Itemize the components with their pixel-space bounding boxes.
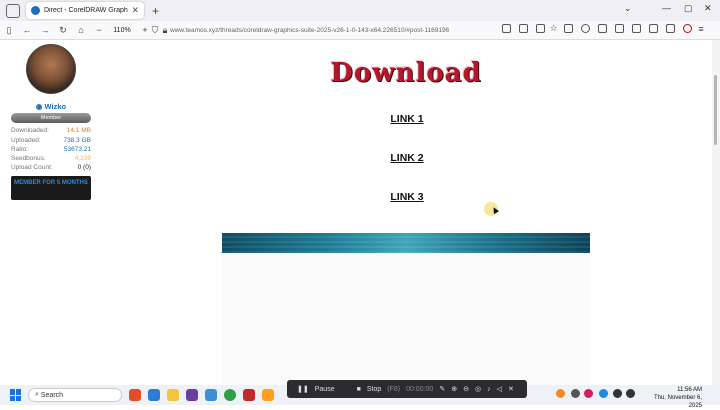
speaker-icon[interactable]: ◁	[497, 385, 502, 393]
extensions-puzzle-icon[interactable]	[598, 24, 607, 33]
list-all-tabs-icon[interactable]: ⌄	[624, 3, 632, 14]
site-favicon-icon	[31, 6, 40, 15]
stop-icon[interactable]: ■	[357, 386, 361, 393]
maximize-button[interactable]: ▢	[684, 3, 693, 14]
windows-start-icon[interactable]	[10, 389, 22, 401]
tab-close-icon[interactable]: ✕	[131, 5, 139, 16]
username[interactable]: ◉ Wizko	[6, 102, 96, 111]
home-icon[interactable]: ⌂	[72, 25, 90, 35]
member-duration-badge: MEMBER FOR 5 MONTHS	[11, 176, 91, 200]
stat-ratio: Ratio: 53673.21	[11, 146, 91, 153]
verified-icon: ◉	[35, 102, 45, 111]
tray-app-icon[interactable]	[556, 389, 565, 398]
file-explorer-icon[interactable]	[167, 389, 179, 401]
tab-list-icon[interactable]	[6, 3, 20, 18]
pen-icon[interactable]: ✎	[439, 385, 445, 393]
page-content: ◉ Wizko Member Downloaded: 14.1 MB Upload…	[0, 40, 712, 385]
app-icon-2[interactable]	[262, 389, 274, 401]
stop-button[interactable]: Stop	[367, 386, 381, 393]
lock-icon[interactable]: 🔒︎	[156, 25, 174, 36]
role-badge: Member	[11, 113, 91, 123]
new-tab-button[interactable]: +	[152, 4, 159, 18]
password-manager-icon[interactable]	[632, 24, 641, 33]
tray-pen-icon[interactable]	[584, 389, 593, 398]
recording-timer: 00:00:00	[406, 385, 434, 393]
zoom-out-icon[interactable]: ⊖	[463, 385, 469, 393]
wifi-icon[interactable]	[613, 389, 622, 398]
translate-icon[interactable]	[536, 24, 545, 33]
avatar[interactable]	[26, 44, 76, 94]
navigation-bar: ▯ ← → ↻ ⌂ − 110% + ⛉ 🔒︎ www.teamos.xyz/t…	[0, 21, 720, 40]
edge-icon[interactable]	[148, 389, 160, 401]
taskbar-clock[interactable]: 11:56 AM Thu, November 6, 2025	[640, 386, 702, 410]
post-body	[222, 253, 590, 385]
url-text: www.teamos.xyz/threads/coreldraw-graphic…	[170, 27, 450, 34]
zoom-level[interactable]: 110%	[108, 27, 136, 34]
url-bar[interactable]: ⛉ 🔒︎ www.teamos.xyz/threads/coreldraw-gr…	[146, 23, 556, 38]
forward-button[interactable]: →	[36, 25, 54, 35]
screen-recorder-bar: ❚❚ Pause ■ Stop (F8) 00:00:00 ✎ ⊕ ⊖ ◎ ♪ …	[287, 380, 527, 398]
menu-icon[interactable]: ≡	[696, 24, 706, 34]
taskbar-search[interactable]: ⌕ Search	[28, 388, 122, 402]
sidebar-toggle-icon[interactable]: ▯	[0, 25, 18, 36]
back-button[interactable]: ←	[18, 25, 36, 35]
zoom-in-icon[interactable]: ⊕	[451, 385, 457, 393]
volume-icon[interactable]	[626, 389, 635, 398]
download-link-2[interactable]: LINK 2	[386, 152, 428, 164]
stat-uploaded: Uploaded: 738.3 GB	[11, 137, 91, 144]
clock-time: 11:56 AM	[677, 387, 702, 393]
pause-button[interactable]: Pause	[315, 386, 335, 393]
browser-tab[interactable]: Direct - CorelDRAW Graphics S… ✕	[26, 2, 144, 19]
close-recorder-icon[interactable]: ✕	[508, 385, 514, 393]
tab-bar: Direct - CorelDRAW Graphics S… ✕ + ⌄ — ▢…	[0, 0, 720, 21]
download-link-3[interactable]: LINK 3	[386, 191, 428, 203]
download-title: Download	[330, 58, 482, 88]
translate-extension-icon[interactable]	[666, 24, 675, 33]
library-icon[interactable]	[564, 24, 573, 33]
close-window-button[interactable]: ✕	[704, 3, 712, 14]
download-link-1[interactable]: LINK 1	[386, 113, 428, 125]
download-icon[interactable]	[649, 24, 658, 33]
stop-shortcut: (F8)	[387, 385, 401, 393]
tray-app-icon-2[interactable]	[571, 389, 580, 398]
bluetooth-icon[interactable]	[599, 389, 608, 398]
banner-image	[222, 233, 590, 253]
photos-icon[interactable]	[205, 389, 217, 401]
app-icon[interactable]	[186, 389, 198, 401]
firefox-icon[interactable]	[129, 389, 141, 401]
stat-downloaded: Downloaded: 14.1 MB	[11, 127, 91, 134]
minimize-button[interactable]: —	[662, 3, 671, 13]
reload-button[interactable]: ↻	[54, 25, 72, 36]
screenshot-icon[interactable]	[519, 24, 528, 33]
microphone-icon[interactable]: ♪	[487, 386, 491, 393]
ublock-icon[interactable]	[683, 24, 692, 33]
bookmark-star-icon[interactable]: ☆	[549, 24, 558, 33]
tab-title: Direct - CorelDRAW Graphics S…	[44, 7, 128, 14]
browser-app-icon[interactable]	[224, 389, 236, 401]
clock-date: Thu, November 6, 2025	[653, 395, 702, 409]
zoom-out-button[interactable]: −	[90, 25, 108, 35]
webcam-icon[interactable]: ◎	[475, 385, 481, 393]
reader-view-icon[interactable]	[502, 24, 511, 33]
scrollbar-thumb[interactable]	[714, 75, 717, 145]
coreldraw-icon[interactable]	[243, 389, 255, 401]
pause-icon[interactable]: ❚❚	[297, 385, 309, 393]
account-icon[interactable]	[615, 24, 624, 33]
stat-upload-count: Upload Count: 0 (0)	[11, 164, 91, 171]
stat-seedbonus: Seedbonus: 4,239	[11, 155, 91, 162]
extension-icon[interactable]	[581, 24, 590, 33]
